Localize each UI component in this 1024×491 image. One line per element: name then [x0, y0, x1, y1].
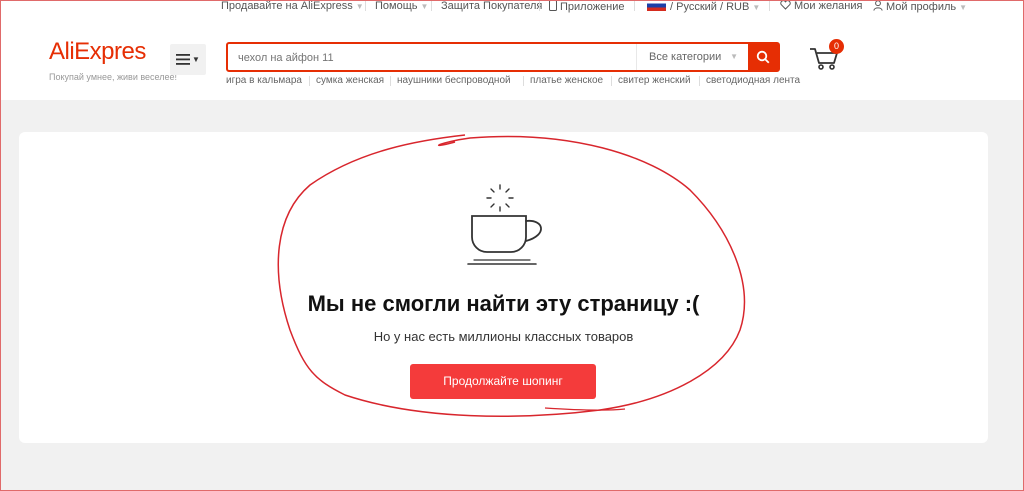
- divider: [309, 76, 310, 86]
- coffee-cup-icon: [467, 184, 542, 265]
- divider: [699, 76, 700, 86]
- russia-flag-icon: [647, 0, 666, 11]
- divider: [611, 76, 612, 86]
- search-bar: Все категории ▼: [226, 42, 780, 72]
- divider: [365, 1, 366, 11]
- divider: [539, 1, 540, 11]
- hot-search-link[interactable]: платье женское: [530, 75, 603, 86]
- hot-search-link[interactable]: светодиодная лента: [706, 75, 800, 86]
- hot-search-link[interactable]: свитер женский: [618, 75, 691, 86]
- continue-shopping-button[interactable]: Продолжайте шопинг: [410, 364, 596, 399]
- wishlist-link[interactable]: Мои желания: [780, 0, 862, 12]
- cart-count-badge: 0: [829, 39, 844, 54]
- locale-selector[interactable]: / Русский / RUB ▼: [647, 0, 760, 14]
- language-label: / Русский /: [670, 1, 724, 13]
- buyer-protection-link[interactable]: Защита Покупателя: [441, 0, 542, 12]
- tagline: Покупай умнее, живи веселее!: [49, 72, 177, 82]
- hot-search-link[interactable]: сумка женская: [316, 75, 384, 86]
- site-header: Продавайте на AliExpress ▼ Помощь ▼ Защита…: [0, 0, 1024, 100]
- hot-search-link[interactable]: игра в кальмара: [226, 75, 302, 86]
- hamburger-icon: [176, 54, 191, 65]
- divider: [431, 1, 432, 11]
- categories-menu-button[interactable]: ▼: [170, 44, 206, 75]
- chevron-down-icon: ▼: [959, 3, 968, 12]
- profile-label: Мой профиль: [886, 1, 957, 13]
- category-select[interactable]: Все категории ▼: [636, 44, 748, 70]
- currency-label: RUB: [726, 1, 750, 13]
- search-button[interactable]: [748, 44, 778, 70]
- chevron-down-icon: ▼: [752, 3, 761, 12]
- chevron-down-icon: ▼: [420, 2, 429, 11]
- error-subtitle: Но у нас есть миллионы классных товаров: [373, 329, 634, 344]
- error-title: Мы не смогли найти эту страницу :(: [307, 291, 700, 316]
- sell-on-aliexpress-link[interactable]: Продавайте на AliExpress ▼: [221, 0, 364, 13]
- app-label: Приложение: [560, 1, 625, 13]
- top-bar: Продавайте на AliExpress ▼ Помощь ▼ Защита…: [0, 0, 1024, 14]
- aliexpress-logo[interactable]: AliExpres: [49, 38, 146, 66]
- help-label: Помощь: [375, 0, 418, 12]
- user-icon: [873, 0, 883, 11]
- profile-link[interactable]: Мой профиль ▼: [873, 0, 967, 14]
- divider: [634, 1, 635, 11]
- caret-down-icon: ▼: [192, 55, 200, 64]
- divider: [769, 1, 770, 11]
- app-link[interactable]: Приложение: [549, 0, 625, 13]
- chevron-down-icon: ▼: [355, 2, 364, 11]
- category-label: Все категории: [649, 51, 722, 63]
- divider: [390, 76, 391, 86]
- help-link[interactable]: Помощь ▼: [375, 0, 428, 13]
- wishlist-label: Мои желания: [794, 0, 863, 12]
- chevron-down-icon: ▼: [730, 52, 738, 61]
- heart-icon: [780, 0, 791, 10]
- divider: [523, 76, 524, 86]
- phone-icon: [549, 0, 557, 11]
- hot-search-link[interactable]: наушники беспроводной: [397, 75, 511, 86]
- search-input[interactable]: [238, 49, 628, 67]
- search-icon: [756, 50, 770, 64]
- sell-label: Продавайте на AliExpress: [221, 0, 353, 12]
